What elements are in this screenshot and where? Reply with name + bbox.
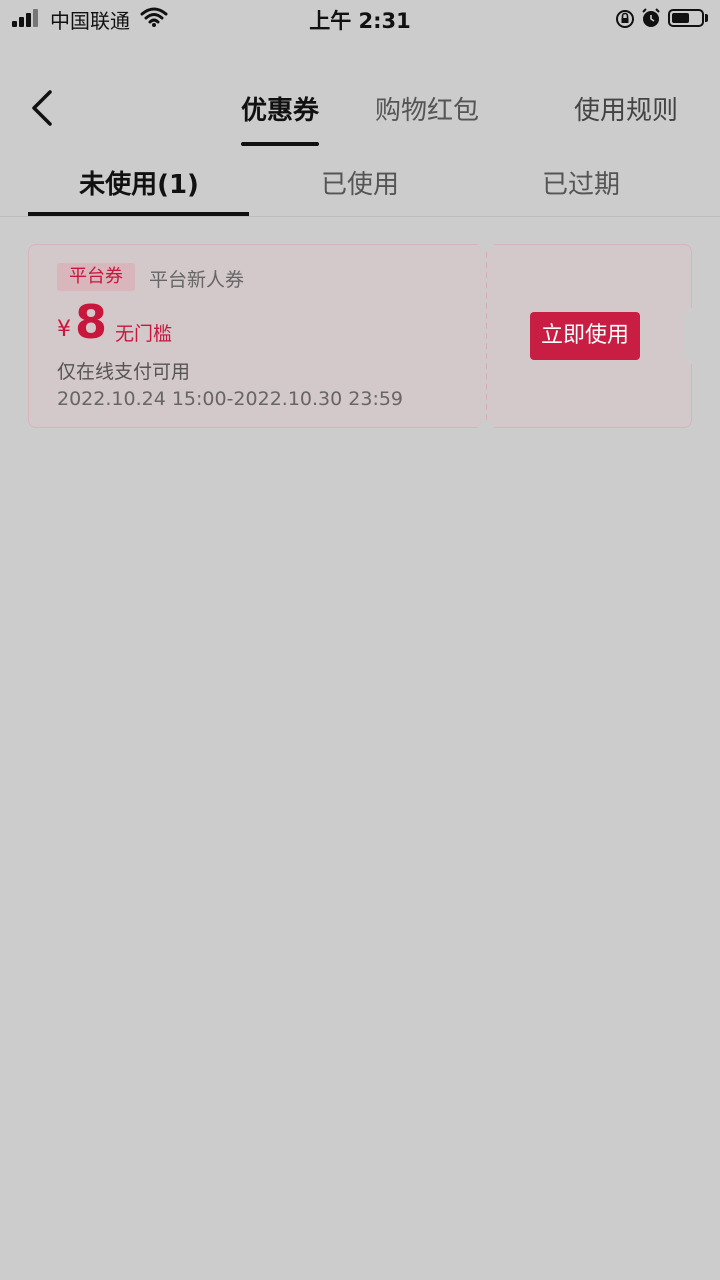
use-now-button[interactable]: 立即使用 [530,312,640,360]
tab-expired[interactable]: 已过期 [470,164,692,201]
tab-unused[interactable]: 未使用(1) [28,164,250,201]
coupon-main: 平台券 平台新人券 ¥ 8 无门槛 仅在线支付可用 2022.10.24 15:… [28,244,484,428]
coupon-notch-right [684,308,700,364]
coupon-amount: 8 [75,295,108,349]
tab-shopping-red-packets[interactable]: 购物红包 [375,90,479,127]
currency-symbol: ¥ [57,317,71,342]
tab-coupons[interactable]: 优惠券 [241,90,319,127]
alarm-icon [642,8,660,27]
usage-rules-link[interactable]: 使用规则 [574,90,678,127]
tab-coupons-indicator [241,142,319,146]
coupon-notch-bottom [478,420,494,436]
status-time: 上午 2:31 [309,9,411,33]
coupon-validity-period: 2022.10.24 15:00-2022.10.30 23:59 [57,388,404,410]
coupon-card: 平台券 平台新人券 ¥ 8 无门槛 仅在线支付可用 2022.10.24 15:… [28,236,700,436]
battery-icon [668,9,704,27]
tab-unused-indicator [28,212,249,216]
coupon-notch-top [478,236,494,252]
rotation-lock-icon [616,10,634,28]
status-bar: 中国联通 上午 2:31 [0,0,720,38]
coupon-name: 平台新人券 [149,269,245,291]
coupon-type-tag: 平台券 [57,263,135,291]
back-button[interactable] [24,86,64,130]
battery-tip [705,14,708,22]
header: 优惠券 购物红包 使用规则 [0,60,720,160]
coupon-threshold: 无门槛 [115,323,173,345]
coupon-usage-note: 仅在线支付可用 [57,361,191,383]
coupon-status-tabs: 未使用(1) 已使用 已过期 [0,158,720,217]
tab-used[interactable]: 已使用 [249,164,471,201]
